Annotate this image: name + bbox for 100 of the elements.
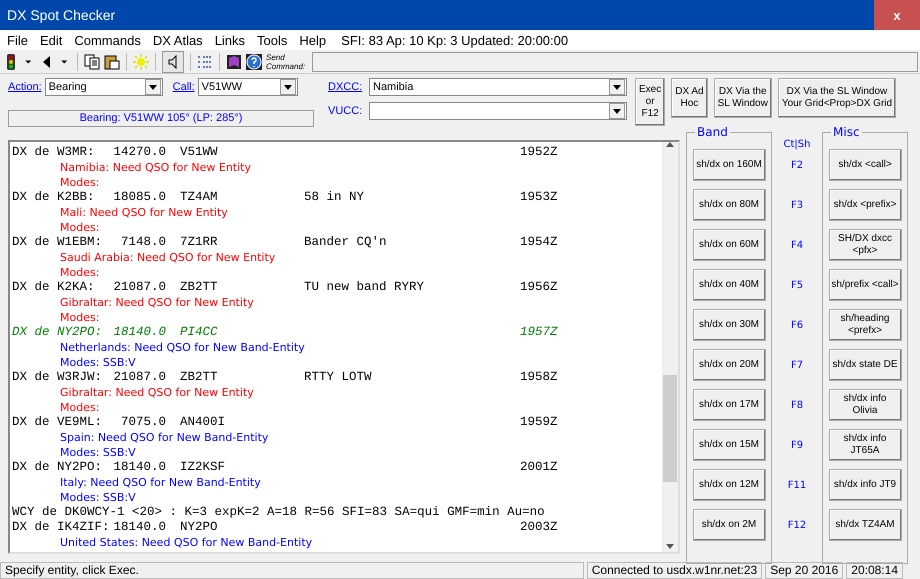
scroll-up-icon[interactable] [666,142,674,147]
dx-call: AN400I [180,415,226,430]
spot-note: Gibraltar: Need QSO for New Entity [60,296,254,309]
dx-call: V51WW [180,145,219,160]
action-label: Action: [8,81,42,93]
dx-call: ZB2TT [180,280,219,295]
group-title: Misc [831,125,862,139]
band-button[interactable]: sh/dx on 2M [692,509,766,541]
band-button[interactable]: sh/dx on 60M [692,229,766,261]
band-button[interactable]: sh/dx on 15M [692,429,766,461]
sound-toggle[interactable] [162,50,184,72]
spot-comment: Bander CQ'n [304,235,387,249]
spotter: DX de W3RJW: [12,370,104,385]
misc-button[interactable]: sh/prefix <call> [828,269,902,301]
action-dropdown[interactable]: Bearing [44,78,163,96]
band-button[interactable]: sh/dx on 17M [692,389,766,421]
list-icon[interactable] [197,54,213,70]
dxcc-dropdown[interactable]: Namibia [369,78,627,96]
spot-note: Gibraltar: Need QSO for New Entity [60,386,254,399]
spot-time: 2001Z [520,460,559,475]
dropdown-caret-icon[interactable] [613,84,621,90]
shortcut-header: Ct|Sh [784,138,810,152]
frequency: 18140.0 [112,520,166,535]
menu-item[interactable]: DX Atlas [148,32,208,48]
call-label: Call: [172,81,195,93]
shortcut-key: F2 [790,160,804,171]
dropdown-caret-icon[interactable] [613,108,621,114]
spot-note: Modes: SSB:V [60,446,136,459]
speaker-icon [167,54,179,68]
spot-note: Saudi Arabia: Need QSO for New Entity [60,251,276,264]
window-title: DX Spot Checker [6,7,116,23]
status-message: Specify entity, click Exec. [0,562,584,579]
spot-comment: TU new band RYRY [304,280,424,294]
frequency: 14270.0 [112,145,166,160]
menu-item[interactable]: Links [210,32,250,48]
dx-call: PI4CC [180,325,219,340]
status-time: 20:08:14 [846,562,903,579]
band-button[interactable]: sh/dx on 40M [692,269,766,301]
band-button[interactable]: sh/dx on 160M [692,149,766,181]
menu-item[interactable]: File [2,32,33,48]
shortcut-key: F7 [790,360,804,371]
misc-button[interactable]: SH/DX dxcc <pfx> [828,229,902,261]
misc-button[interactable]: sh/dx state DE [828,349,902,381]
spot-time: 1952Z [520,145,559,160]
spot-note: United States: Need QSO for New Band-Entity [60,536,312,549]
dx-call: TZ4AM [180,190,219,205]
command-button[interactable]: DX Via the SL Window [714,78,772,118]
dx-call: 7Z1RR [180,235,219,250]
scrollbar[interactable] [662,142,678,552]
shortcut-key: F11 [788,480,806,491]
shortcut-key: F12 [788,520,806,531]
spot-note: Modes: [60,221,100,234]
spotter: DX de NY2PO: [12,460,104,475]
misc-button[interactable]: sh/dx <prefix> [828,189,902,221]
spotter: DX de IK4ZIF: [12,520,111,535]
call-dropdown[interactable]: V51WW [198,78,298,96]
frequency: 18140.0 [112,325,166,340]
menu-item[interactable]: Tools [252,32,292,48]
band-button[interactable]: sh/dx on 12M [692,469,766,501]
misc-button[interactable]: sh/dx <call> [828,149,902,181]
group-title: Band [695,125,730,139]
band-button[interactable]: sh/dx on 30M [692,309,766,341]
menu-item[interactable]: Edit [34,32,68,48]
spot-note: Modes: [60,176,100,189]
misc-button[interactable]: sh/heading <prefx> [828,309,902,341]
spotter: DX de K2BB: [12,190,96,205]
book-icon[interactable] [226,54,242,70]
dropdown-caret-icon[interactable] [284,84,292,90]
spot-time: 2003Z [520,520,559,535]
command-button[interactable]: DX Ad Hoc [671,78,708,118]
scroll-thumb[interactable] [663,375,677,482]
dx-call: ZB2TT [180,370,219,385]
misc-button[interactable]: sh/dx info Olivia [828,389,902,421]
band-button[interactable]: sh/dx on 20M [692,349,766,381]
spot-time: 1953Z [520,190,559,205]
copy-icon[interactable] [84,54,100,70]
paste-icon[interactable] [104,54,120,70]
shortcut-key: F3 [790,200,804,211]
spot-time: 1958Z [520,370,559,385]
close-button[interactable]: x [874,0,920,30]
menu-item[interactable]: Help [294,32,332,48]
dxcc-label: DXCC: [328,81,364,93]
misc-button[interactable]: sh/dx info JT9 [828,469,902,501]
bearing-readout: Bearing: V51WW 105° (LP: 285°) [8,110,314,127]
menu-item[interactable]: Commands [69,32,146,48]
command-button[interactable]: DX Via the SL Window Your Grid<Prop>DX Grid [778,78,896,118]
spotter: DX de W1EBM: [12,235,104,250]
help-icon[interactable] [246,54,262,70]
scroll-down-icon[interactable] [666,544,674,549]
spot-note: Modes: [60,401,100,414]
connection-status: Connected to usdx.w1nr.net:23 [586,562,762,579]
frequency: 18085.0 [112,190,166,205]
command-button[interactable]: Exec or F12 [635,78,666,126]
spot-note: Modes: [60,311,100,324]
misc-button[interactable]: sh/dx info JT65A [828,429,902,461]
spot-time: 1954Z [520,235,559,250]
dropdown-caret-icon[interactable] [148,84,157,90]
misc-button[interactable]: sh/dx TZ4AM [828,509,902,541]
command-field[interactable] [312,52,918,72]
band-button[interactable]: sh/dx on 80M [692,189,766,221]
